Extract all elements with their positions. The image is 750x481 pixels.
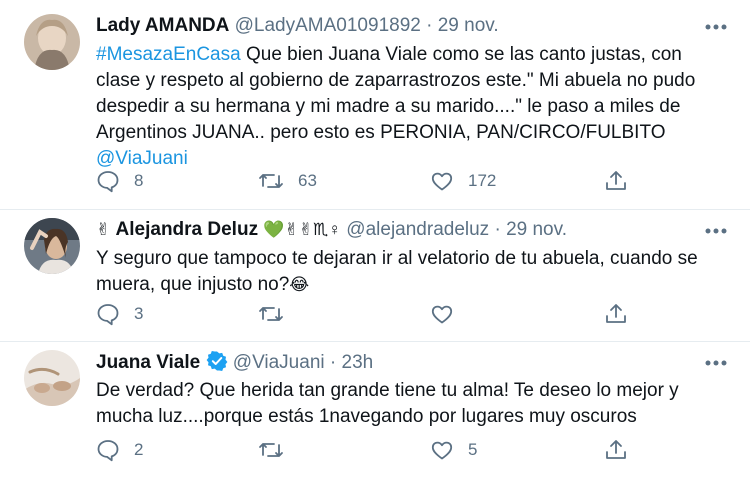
more-options-button[interactable] [704, 358, 728, 368]
name-suffix-emojis: 💚✌✌♏♀ [263, 220, 342, 239]
tweet-timestamp[interactable]: 29 nov. [506, 219, 567, 240]
share-button[interactable] [604, 436, 628, 464]
reply-count: 2 [134, 440, 144, 459]
author-handle[interactable]: @LadyAMA01091892 [235, 15, 421, 36]
avatar[interactable] [24, 350, 80, 406]
tweet-3[interactable]: Juana Viale @ViaJuani · 23h De verdad? Q… [0, 342, 750, 481]
more-options-button[interactable] [704, 22, 728, 32]
tweet-actions: 3 [96, 300, 656, 328]
retweet-icon [259, 307, 283, 321]
heart-icon [431, 441, 453, 460]
separator-dot: · [426, 15, 433, 36]
tweet-text: De verdad? Que herida tan grande tiene t… [96, 378, 726, 430]
tweet-text-content: De verdad? Que herida tan grande tiene t… [96, 380, 679, 427]
author-handle[interactable]: @alejandradeluz [346, 219, 489, 240]
more-dots-icon [705, 228, 727, 234]
like-button[interactable]: 172 [430, 167, 496, 195]
author-name[interactable]: Juana Viale [96, 352, 200, 373]
tweet-actions: 8 63 172 [96, 167, 656, 195]
retweet-button[interactable] [258, 300, 298, 328]
separator-dot: · [494, 219, 501, 240]
share-button[interactable] [604, 167, 628, 195]
retweet-icon [259, 174, 283, 188]
reply-count: 8 [134, 171, 144, 190]
avatar[interactable] [24, 14, 80, 70]
more-dots-icon [705, 360, 727, 366]
more-dots-icon [705, 24, 727, 30]
tweet-actions: 2 5 [96, 436, 656, 464]
retweet-icon [259, 443, 283, 457]
mention-link[interactable]: @ViaJuani [96, 148, 188, 169]
like-count: 172 [468, 171, 497, 190]
share-button[interactable] [604, 300, 628, 328]
tweet-text-content: Y seguro que tampoco te dejaran ir al ve… [96, 248, 698, 295]
tweet-text: #MesazaEnCasa Que bien Juana Viale como … [96, 42, 726, 172]
reply-button[interactable]: 2 [96, 436, 143, 464]
reply-button[interactable]: 8 [96, 167, 143, 195]
tweet-timestamp[interactable]: 29 nov. [438, 15, 499, 36]
share-icon [606, 440, 626, 459]
separator-dot: · [329, 352, 337, 373]
tweet-timestamp[interactable]: 23h [342, 352, 374, 373]
tweet-header: ✌ Alejandra Deluz 💚✌✌♏♀ @alejandradeluz … [96, 218, 567, 242]
like-button[interactable] [430, 300, 468, 328]
reply-icon [97, 171, 119, 193]
tweet-1[interactable]: Lady AMANDA @LadyAMA01091892 · 29 nov. #… [0, 0, 750, 209]
share-icon [606, 304, 626, 323]
reply-icon [97, 304, 119, 326]
author-name[interactable]: Lady AMANDA [96, 15, 229, 36]
tweet-2[interactable]: ✌ Alejandra Deluz 💚✌✌♏♀ @alejandradeluz … [0, 210, 750, 341]
heart-icon [431, 172, 453, 191]
name-prefix-emoji: ✌ [96, 220, 111, 239]
hashtag-link[interactable]: #MesazaEnCasa [96, 44, 241, 65]
reply-count: 3 [134, 304, 144, 323]
like-button[interactable]: 5 [430, 436, 477, 464]
laughing-emoji: 😂 [289, 275, 310, 294]
author-handle[interactable]: @ViaJuani [233, 352, 325, 373]
retweet-count: 63 [298, 171, 317, 190]
like-count: 5 [468, 440, 478, 459]
avatar[interactable] [24, 218, 80, 274]
tweet-text: Y seguro que tampoco te dejaran ir al ve… [96, 246, 726, 298]
author-name[interactable]: Alejandra Deluz [116, 219, 259, 240]
reply-button[interactable]: 3 [96, 300, 143, 328]
tweet-header: Juana Viale @ViaJuani · 23h [96, 350, 373, 379]
heart-icon [431, 305, 453, 324]
share-icon [606, 171, 626, 190]
tweet-header: Lady AMANDA @LadyAMA01091892 · 29 nov. [96, 14, 499, 38]
verified-badge-icon [206, 350, 228, 379]
retweet-button[interactable]: 63 [258, 167, 317, 195]
retweet-button[interactable] [258, 436, 298, 464]
more-options-button[interactable] [704, 226, 728, 236]
reply-icon [97, 440, 119, 462]
